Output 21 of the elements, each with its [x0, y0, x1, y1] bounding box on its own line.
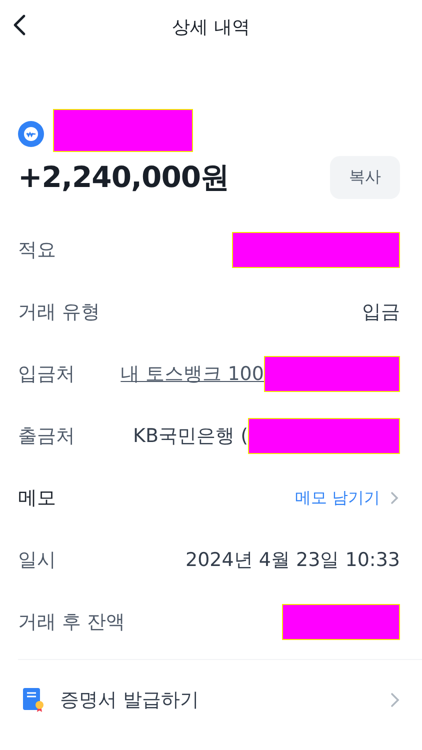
account-link[interactable]: 내 토스뱅크 100 — [120, 361, 264, 387]
won-coin-icon — [18, 121, 44, 147]
row-value: KB국민은행 ( — [133, 424, 248, 449]
row-value: 2024년 4월 23일 10:33 — [186, 548, 400, 573]
memo-link[interactable]: 메모 남기기 — [294, 488, 390, 508]
amount-text: +2,240,000원 — [18, 158, 230, 196]
row-label: 입금처 — [18, 362, 75, 387]
row-label: 거래 유형 — [18, 300, 100, 325]
row-label: 출금처 — [18, 424, 75, 449]
row-value: 입금 — [362, 300, 400, 325]
copy-button[interactable]: 복사 — [330, 156, 400, 199]
chevron-right-icon — [390, 692, 400, 708]
row-label: 적요 — [18, 238, 56, 263]
certificate-item[interactable]: 증명서 발급하기 — [0, 660, 422, 740]
row-label: 일시 — [18, 548, 56, 573]
chevron-right-icon — [390, 491, 400, 505]
row-label: 거래 후 잔액 — [18, 610, 126, 635]
page-title: 상세 내역 — [172, 16, 250, 39]
row-label: 메모 — [18, 486, 56, 511]
back-chevron-icon — [12, 14, 26, 36]
certificate-icon — [22, 687, 46, 713]
